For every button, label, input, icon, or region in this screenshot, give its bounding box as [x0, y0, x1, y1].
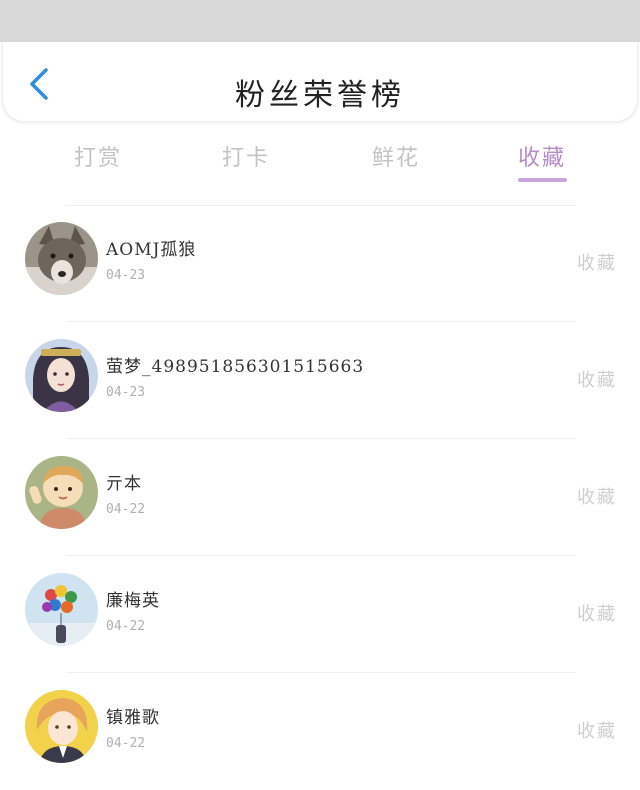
header: 粉丝荣誉榜 — [2, 42, 638, 122]
tab-reward[interactable]: 打赏 — [48, 140, 148, 172]
tab-favorites[interactable]: 收藏 — [492, 140, 592, 172]
favorite-label: 收藏 — [577, 721, 617, 742]
tab-flowers[interactable]: 鲜花 — [346, 140, 446, 172]
balloons-avatar — [25, 573, 98, 646]
list-item[interactable]: 萤梦_498951856301515663 04-23 收藏 — [0, 322, 640, 439]
date: 04-23 — [106, 268, 146, 283]
tab-checkin[interactable]: 打卡 — [196, 140, 296, 172]
anime-avatar — [25, 690, 98, 763]
favorite-label: 收藏 — [577, 604, 617, 625]
list-item[interactable]: 廉梅英 04-22 收藏 — [0, 556, 640, 673]
user-name: 镇雅歌 — [106, 708, 160, 728]
list-item[interactable]: 亓本 04-22 收藏 — [0, 439, 640, 556]
date: 04-22 — [106, 619, 146, 634]
favorite-label: 收藏 — [577, 370, 617, 391]
list-item[interactable]: 镇雅歌 04-22 收藏 — [0, 673, 640, 790]
favorite-label: 收藏 — [577, 253, 617, 274]
list-item[interactable]: AOMJ孤狼 04-23 收藏 — [0, 205, 640, 322]
date: 04-23 — [106, 385, 146, 400]
cartoon-boy-avatar — [25, 456, 98, 529]
tab-bar: 打赏 打卡 鲜花 收藏 — [0, 130, 640, 186]
date: 04-22 — [106, 502, 146, 517]
wolf-avatar — [25, 222, 98, 295]
status-bar — [0, 0, 640, 42]
page-title: 粉丝荣誉榜 — [235, 78, 405, 113]
active-tab-indicator — [518, 178, 567, 182]
date: 04-22 — [106, 736, 146, 751]
user-name: 亓本 — [106, 474, 142, 494]
user-name: 萤梦_498951856301515663 — [106, 357, 365, 377]
user-name: AOMJ孤狼 — [106, 240, 197, 260]
favorite-label: 收藏 — [577, 487, 617, 508]
girl-avatar — [25, 339, 98, 412]
user-name: 廉梅英 — [106, 591, 160, 611]
